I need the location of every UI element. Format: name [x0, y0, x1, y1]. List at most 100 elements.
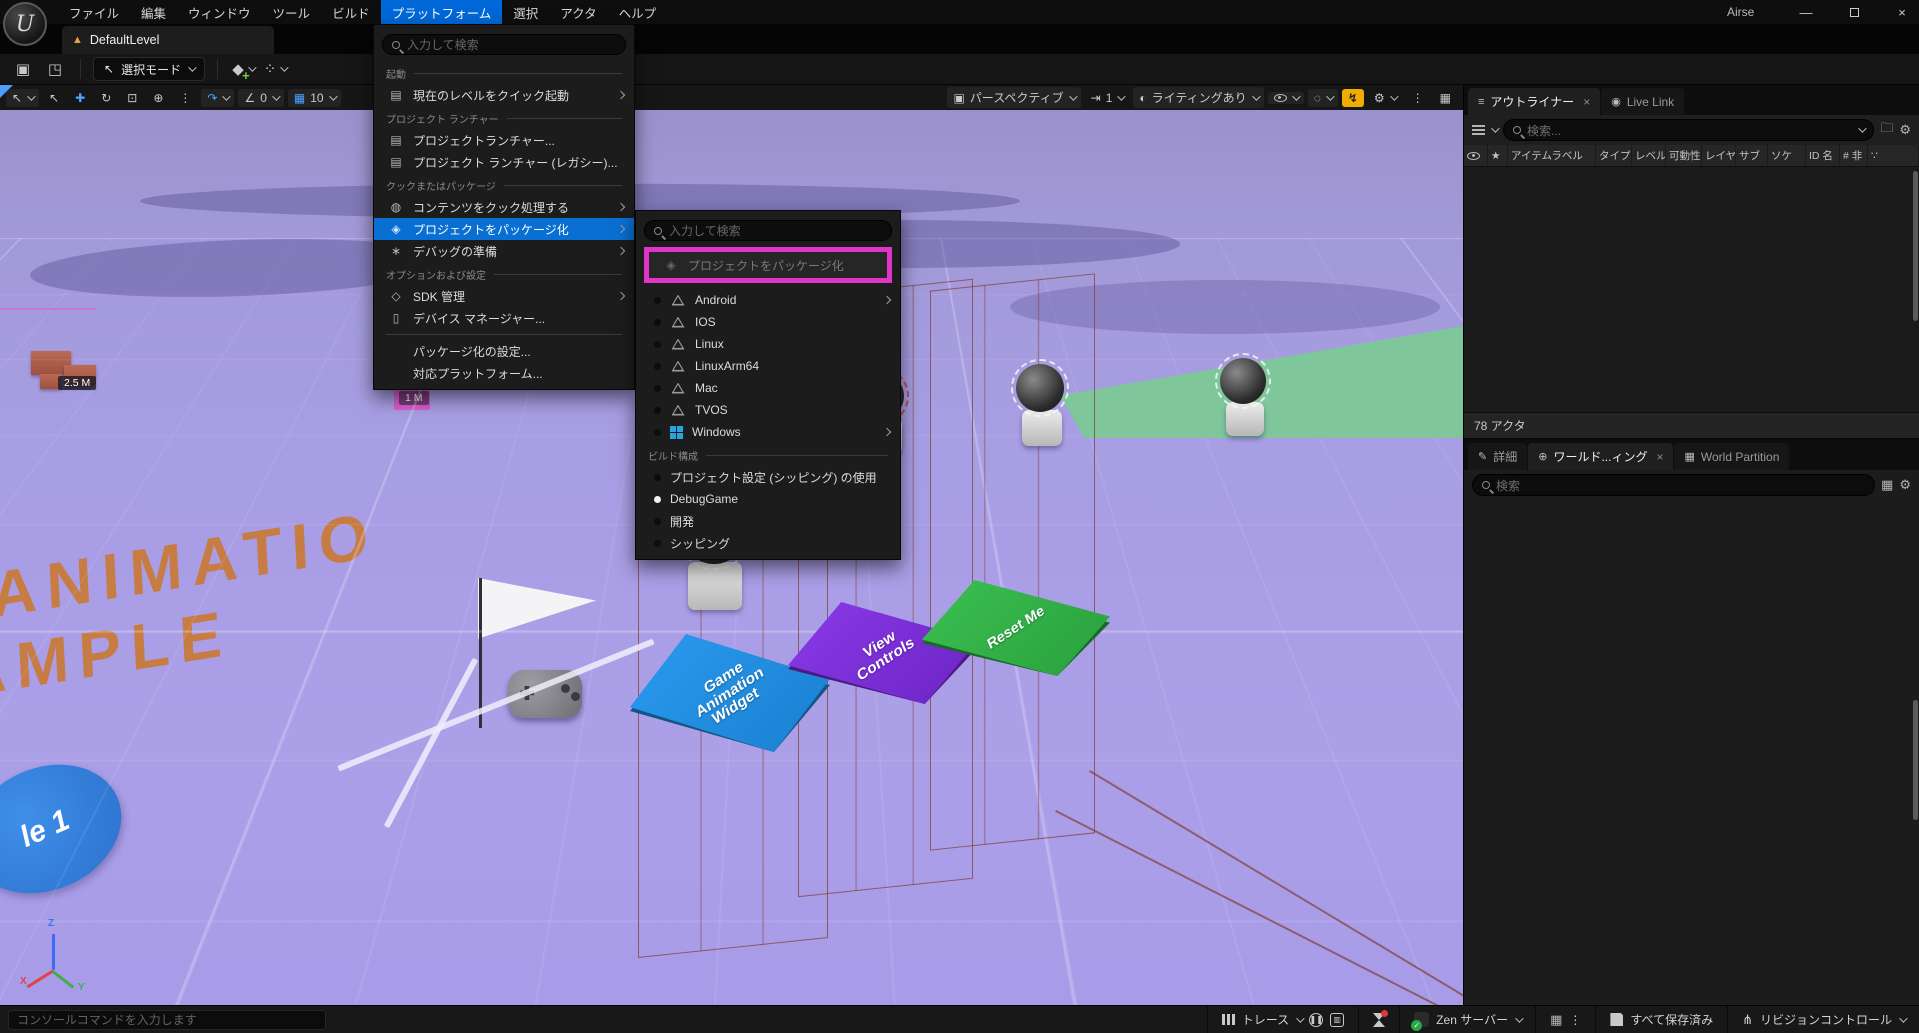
- column-header-5[interactable]: サブ: [1736, 145, 1768, 166]
- display-filter-icon[interactable]: ▦: [1881, 477, 1893, 493]
- zen-server-button[interactable]: Zen サーバー: [1400, 1006, 1536, 1033]
- platform-item-linux[interactable]: Linux: [636, 333, 900, 355]
- details-scrollbar[interactable]: [1913, 700, 1918, 820]
- quad-layout-icon[interactable]: ▦: [1434, 89, 1457, 107]
- blueprints-button[interactable]: ⁘: [262, 58, 288, 80]
- column-header-4[interactable]: レイヤ: [1702, 145, 1736, 166]
- column-header-1[interactable]: タイプ: [1596, 145, 1632, 166]
- submenu-search-input[interactable]: 入力して検索: [644, 220, 892, 241]
- stats-icon[interactable]: ▥: [1330, 1013, 1344, 1027]
- platform-item-android[interactable]: Android: [636, 289, 900, 311]
- column-header-6[interactable]: ソケ: [1768, 145, 1806, 166]
- tab-world-partition[interactable]: ▦ World Partition: [1674, 443, 1789, 470]
- realtime-warning-icon[interactable]: ↯: [1342, 89, 1364, 107]
- viewport-options-icon[interactable]: ⋮: [1406, 89, 1430, 107]
- console-input[interactable]: コンソールコマンドを入力します: [8, 1010, 326, 1030]
- viewport-more-icon[interactable]: ⋮: [173, 89, 197, 107]
- menu-item--[interactable]: 対応プラットフォーム...: [374, 362, 634, 384]
- add-folder-icon[interactable]: 🗀: [1880, 119, 1893, 141]
- build-config--[interactable]: プロジェクト設定 (シッピング) の使用: [636, 466, 900, 488]
- details-search-input[interactable]: 検索: [1472, 474, 1875, 496]
- minimize-button[interactable]: —: [1797, 5, 1815, 20]
- move-tool-icon[interactable]: ✚: [69, 89, 91, 107]
- revision-control-button[interactable]: ⋔ リビジョンコントロール: [1728, 1006, 1919, 1033]
- filter-icon[interactable]: [1472, 125, 1485, 136]
- platform-item-linuxarm64[interactable]: LinuxArm64: [636, 355, 900, 377]
- rotation-snap-button[interactable]: ↷: [201, 89, 234, 107]
- menu-item--[interactable]: ▤プロジェクト ランチャー (レガシー)...: [374, 151, 634, 173]
- tab-details[interactable]: ✎ 詳細: [1468, 443, 1527, 470]
- insights-button[interactable]: [1359, 1006, 1400, 1033]
- menu-item--[interactable]: ▤現在のレベルをクイック起動: [374, 84, 634, 106]
- save-all-button[interactable]: すべて保存済み: [1596, 1006, 1728, 1033]
- add-actor-button[interactable]: ◆: [230, 58, 256, 80]
- outliner-scrollbar[interactable]: [1913, 171, 1918, 321]
- menu-item--[interactable]: ▯デバイス マネージャー...: [374, 307, 634, 329]
- column-header-2[interactable]: レベル: [1632, 145, 1666, 166]
- platform-reset[interactable]: Reset Me: [922, 580, 1110, 676]
- package-project-highlighted-item[interactable]: ◈ プロジェクトをパッケージ化: [644, 247, 892, 283]
- menubar-item-7[interactable]: アクタ: [549, 0, 607, 24]
- outliner-settings-icon[interactable]: ⚙: [1899, 122, 1911, 138]
- platform-item-windows[interactable]: Windows: [636, 421, 900, 443]
- build-config-debuggame[interactable]: DebugGame: [636, 488, 900, 510]
- menubar-item-4[interactable]: ビルド: [321, 0, 381, 24]
- close-button[interactable]: ×: [1893, 5, 1911, 20]
- view-mode-dropdown[interactable]: ◐ライティングあり: [1133, 87, 1263, 108]
- perspective-dropdown[interactable]: ▣パースペクティブ: [947, 87, 1080, 108]
- rotate-tool-icon[interactable]: ↻: [95, 89, 117, 107]
- menubar-item-1[interactable]: 編集: [130, 0, 177, 24]
- menu-item--[interactable]: パッケージ化の設定...: [374, 340, 634, 362]
- close-tab-icon[interactable]: ×: [1583, 95, 1590, 109]
- more-icon[interactable]: ⋮: [1569, 1013, 1581, 1027]
- grid-snap-button[interactable]: ▦10: [288, 89, 341, 107]
- effects-dropdown[interactable]: ◌: [1308, 89, 1338, 107]
- show-flags-dropdown[interactable]: [1268, 92, 1304, 104]
- column-header-3[interactable]: 可動性: [1666, 145, 1702, 166]
- menu-item--[interactable]: ∗デバッグの準備: [374, 240, 634, 262]
- menu-search-input[interactable]: 入力して検索: [382, 34, 626, 55]
- column-header-8[interactable]: # 非: [1840, 145, 1868, 166]
- column-header-7[interactable]: ID 名: [1806, 145, 1840, 166]
- build-config--[interactable]: シッピング: [636, 532, 900, 554]
- platform-item-ios[interactable]: IOS: [636, 311, 900, 333]
- derived-data-button[interactable]: ▦ ⋮: [1536, 1006, 1596, 1033]
- content-browser-icon[interactable]: ◳: [42, 58, 68, 80]
- angle-snap-button[interactable]: ∠0: [238, 89, 283, 107]
- menubar-item-8[interactable]: ヘルプ: [608, 0, 668, 24]
- scale-tool-icon[interactable]: ⊡: [121, 89, 143, 107]
- world-local-toggle-icon[interactable]: ⊕: [147, 89, 169, 107]
- save-icon[interactable]: ▣: [10, 58, 36, 80]
- details-settings-icon[interactable]: ⚙: [1899, 477, 1911, 493]
- outliner-search-input[interactable]: 検索...: [1503, 119, 1874, 141]
- trace-button[interactable]: トレース ❚❚ ▥: [1207, 1006, 1359, 1033]
- tab-world-settings[interactable]: ⊕ ワールド...ィング ×: [1528, 443, 1673, 470]
- platform-item-tvos[interactable]: TVOS: [636, 399, 900, 421]
- menu-item--[interactable]: ◍コンテンツをクック処理する: [374, 196, 634, 218]
- menu-item--[interactable]: ◈プロジェクトをパッケージ化: [374, 218, 634, 240]
- viewport-settings-icon[interactable]: ⚙: [1368, 89, 1402, 107]
- unreal-logo-icon[interactable]: U: [3, 2, 47, 46]
- menubar-item-6[interactable]: 選択: [502, 0, 549, 24]
- filter-chevron-icon[interactable]: [1491, 124, 1499, 132]
- menubar-item-3[interactable]: ツール: [262, 0, 322, 24]
- platform-item-mac[interactable]: Mac: [636, 377, 900, 399]
- menubar-item-2[interactable]: ウィンドウ: [177, 0, 262, 24]
- menubar-item-5[interactable]: プラットフォーム: [381, 0, 503, 24]
- close-tab-icon[interactable]: ×: [1656, 450, 1663, 464]
- restore-button[interactable]: [1845, 5, 1863, 20]
- attach-column-icon[interactable]: ∵: [1868, 145, 1919, 166]
- tab-live-link[interactable]: ◉ Live Link: [1601, 88, 1684, 115]
- menubar-item-0[interactable]: ファイル: [58, 0, 130, 24]
- build-config--[interactable]: 開発: [636, 510, 900, 532]
- camera-speed-button[interactable]: ⇥1: [1085, 89, 1130, 107]
- tab-outliner[interactable]: ≡ アウトライナー ×: [1468, 88, 1600, 115]
- select-tool-icon[interactable]: ↖: [43, 89, 65, 107]
- visibility-column-icon[interactable]: [1464, 145, 1488, 166]
- menu-item--[interactable]: ▤プロジェクトランチャー...: [374, 129, 634, 151]
- menu-item-sdk-[interactable]: ◇SDK 管理: [374, 285, 634, 307]
- select-mode-button[interactable]: ↖ 選択モード: [93, 57, 205, 81]
- profiler-icon[interactable]: ❚❚: [1309, 1013, 1323, 1027]
- column-header-0[interactable]: アイテムラベル: [1508, 145, 1596, 166]
- pinned-column-icon[interactable]: ★: [1488, 145, 1508, 166]
